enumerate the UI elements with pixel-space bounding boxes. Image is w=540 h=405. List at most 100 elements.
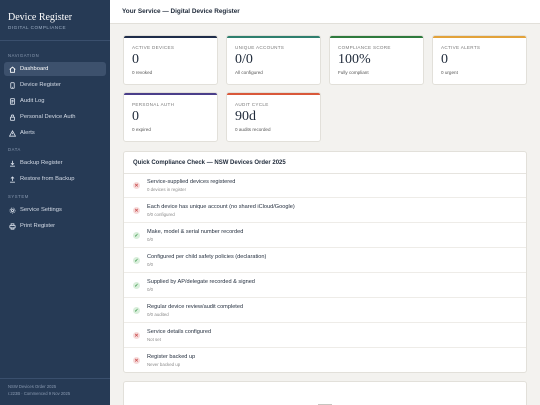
checklist-item: ✕ Each device has unique account (no shar… (124, 199, 526, 223)
sidebar: Device Register DIGITAL COMPLIANCE NAVIG… (0, 0, 110, 405)
footer-divider (0, 378, 110, 379)
brand-divider (0, 40, 110, 41)
card-value: 0 (132, 109, 139, 124)
checklist-item-detail: 0/0 (147, 262, 154, 267)
nav-section-navigation: NAVIGATION (8, 53, 40, 58)
sidebar-item-device-register[interactable]: Device Register (4, 78, 106, 92)
card-accent (330, 36, 423, 38)
sidebar-item-dashboard[interactable]: Dashboard (4, 62, 106, 76)
check-icon: ✓ (133, 257, 140, 264)
panel-title: Quick Compliance Check — NSW Devices Ord… (133, 160, 286, 166)
sidebar-footer: NSW Devices Order 2025 r.223B · Commence… (8, 383, 70, 397)
checklist-item-title: Each device has unique account (no share… (147, 204, 295, 210)
sidebar-item-label: Alerts (20, 130, 35, 136)
card-label: AUDIT CYCLE (235, 102, 269, 107)
checklist-item-title: Service details configured (147, 329, 212, 335)
cross-icon: ✕ (133, 357, 140, 364)
card-accent (124, 36, 217, 38)
sidebar-item-label: Personal Device Auth (20, 114, 76, 120)
sidebar-item-backup[interactable]: Backup Register (4, 156, 106, 170)
card-value: 0 (441, 52, 448, 67)
card-label: ACTIVE DEVICES (132, 45, 175, 50)
card-label: UNIQUE ACCOUNTS (235, 45, 285, 50)
cross-icon: ✕ (133, 182, 140, 189)
card-sub: 0 audits recorded (235, 127, 271, 132)
card-value: 100% (338, 52, 371, 67)
home-icon (8, 65, 16, 73)
gear-icon (8, 206, 16, 214)
checklist-item-title: Service-supplied devices registered (147, 179, 236, 185)
sidebar-item-label: Audit Log (20, 98, 45, 104)
card-audit-cycle: AUDIT CYCLE 90d 0 audits recorded (226, 92, 321, 142)
sidebar-item-settings[interactable]: Service Settings (4, 203, 106, 217)
checklist-item-detail: Never backed up (147, 362, 181, 367)
sidebar-item-personal-auth[interactable]: Personal Device Auth (4, 110, 106, 124)
card-accent (227, 36, 320, 38)
card-value: 90d (235, 109, 256, 124)
warning-icon (8, 129, 16, 137)
sidebar-item-label: Service Settings (20, 207, 62, 213)
checklist-item-detail: 0/0 configured (147, 212, 175, 217)
card-sub: 0 revoked (132, 70, 153, 75)
card-personal-auth: PERSONAL AUTH 0 0 expired (123, 92, 218, 142)
checklist-item-title: Configured per child safety policies (de… (147, 254, 267, 260)
checklist-item-title: Supplied by AP/delegate recorded & signe… (147, 279, 255, 285)
card-value: 0 (132, 52, 139, 67)
checklist-item: ✕ Service details configured Not set (124, 324, 526, 348)
checklist-item-detail: 0/0 audited (147, 312, 169, 317)
card-sub: 0 urgent (441, 70, 458, 75)
document-icon (8, 97, 16, 105)
page-title: Your Service — Digital Device Register (122, 8, 240, 15)
check-icon: ✓ (133, 282, 140, 289)
sidebar-item-print[interactable]: Print Register (4, 219, 106, 233)
cross-icon: ✕ (133, 207, 140, 214)
checklist-item: ✕ Service-supplied devices registered 0 de… (124, 174, 526, 198)
secondary-panel (123, 381, 527, 405)
checklist-item-title: Make, model & serial number recorded (147, 229, 244, 235)
footer-regulation: r.223B · Commenced 9 Nov 2025 (8, 391, 71, 396)
card-value: 0/0 (235, 52, 253, 67)
card-accent (433, 36, 526, 38)
nav-section-data: DATA (8, 147, 21, 152)
checklist-item-detail: Not set (147, 337, 161, 342)
nav-section-system: SYSTEM (8, 194, 29, 199)
sidebar-item-label: Print Register (20, 223, 56, 229)
card-sub: All configured (235, 70, 263, 75)
sidebar-item-label: Device Register (20, 82, 61, 88)
sidebar-item-audit-log[interactable]: Audit Log (4, 94, 106, 108)
brand-subtitle: DIGITAL COMPLIANCE (8, 25, 67, 30)
brand-title: Device Register (8, 12, 73, 23)
upload-icon (8, 175, 16, 183)
lock-icon (8, 113, 16, 121)
checklist-item: ✕ Register backed up Never backed up (124, 349, 526, 373)
sidebar-item-alerts[interactable]: Alerts (4, 126, 106, 140)
card-accent (227, 93, 320, 95)
checklist-item: ✓ Configured per child safety policies (d… (124, 249, 526, 273)
page-header: Your Service — Digital Device Register (110, 0, 540, 24)
card-label: COMPLIANCE SCORE (338, 45, 391, 50)
checklist-item-detail: 0/0 (147, 237, 154, 242)
sidebar-item-label: Restore from Backup (20, 176, 75, 182)
check-icon: ✓ (133, 232, 140, 239)
footer-order: NSW Devices Order 2025 (8, 384, 57, 389)
sidebar-item-label: Dashboard (20, 66, 49, 72)
card-label: PERSONAL AUTH (132, 102, 175, 107)
card-active-devices: ACTIVE DEVICES 0 0 revoked (123, 35, 218, 85)
check-icon: ✓ (133, 307, 140, 314)
card-compliance-score: COMPLIANCE SCORE 100% Fully compliant (329, 35, 424, 85)
sidebar-item-label: Backup Register (20, 160, 63, 166)
compliance-check-panel: Quick Compliance Check — NSW Devices Ord… (123, 151, 527, 373)
printer-icon (8, 222, 16, 230)
sidebar-item-restore[interactable]: Restore from Backup (4, 172, 106, 186)
checklist-item-title: Register backed up (147, 354, 196, 360)
checklist-item-detail: 0 devices in register (147, 187, 187, 192)
checklist-item: ✓ Supplied by AP/delegate recorded & sign… (124, 274, 526, 298)
card-sub: Fully compliant (338, 70, 369, 75)
cross-icon: ✕ (133, 332, 140, 339)
download-icon (8, 159, 16, 167)
card-label: ACTIVE ALERTS (441, 45, 481, 50)
card-unique-accounts: UNIQUE ACCOUNTS 0/0 All configured (226, 35, 321, 85)
card-sub: 0 expired (132, 127, 151, 132)
phone-icon (8, 81, 16, 89)
checklist-item-title: Regular device review/audit completed (147, 304, 244, 310)
